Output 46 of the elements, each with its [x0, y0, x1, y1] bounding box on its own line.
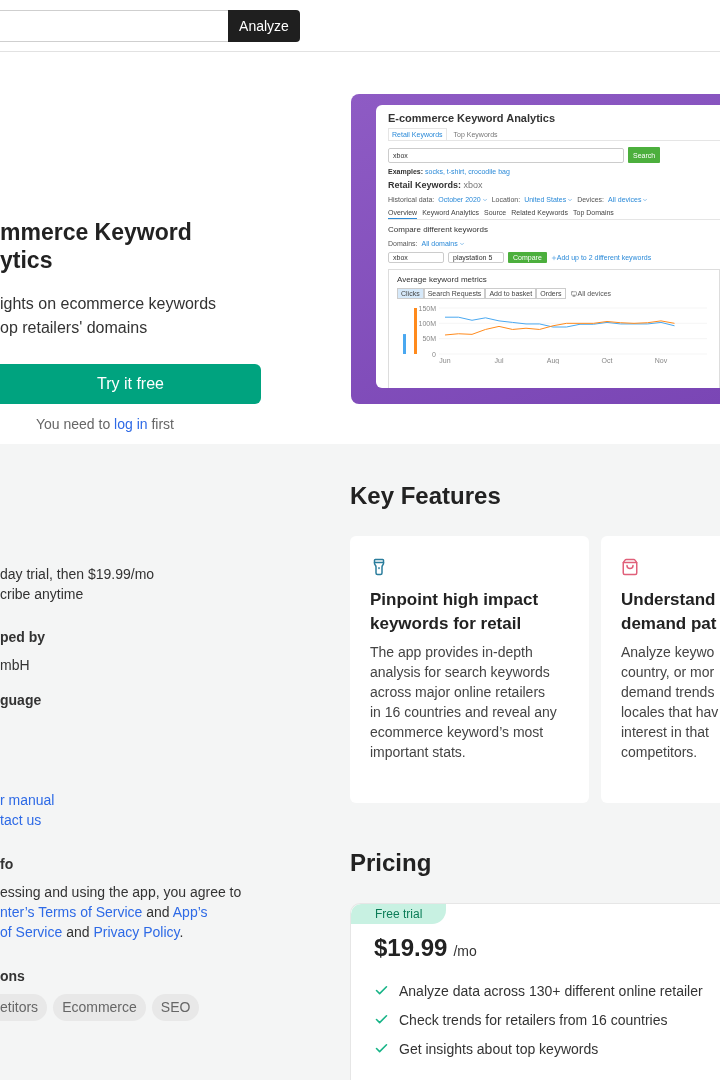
metrics-title: Average keyword metrics — [397, 275, 488, 285]
category-tag[interactable]: Ecommerce — [53, 994, 146, 1021]
caret-icon — [642, 196, 649, 203]
monitor-icon — [570, 290, 577, 297]
app-title: mmerce Keyword ytics — [0, 218, 193, 274]
preview-heading: Retail Keywords: xbox — [388, 180, 484, 191]
preview-title: E-commerce Keyword Analytics — [388, 112, 557, 125]
legal-text: essing and using the app, you agree to nter’s Terms of Service and App’s of Service and Privacy Policy. — [0, 883, 243, 942]
feature-title: Understand demand pat — [621, 589, 718, 635]
legal-link[interactable]: nter’s Terms of Service — [0, 904, 143, 920]
category-tag[interactable]: SEO — [151, 994, 200, 1021]
shopping-bag-icon — [621, 558, 639, 576]
plan-feature: Check trends for retailers from 16 countries — [399, 1011, 668, 1028]
analyze-button[interactable]: Analyze — [228, 10, 300, 42]
feature-description: The app provides in-depth analysis for search keywords across major online retailers in 16 countries and reveal any ecommerce keyword’s most important stats. — [370, 643, 558, 762]
price: $19.99 — [374, 934, 448, 962]
trial-info: day trial, then $19.99/mo cribe anytime — [0, 565, 156, 604]
legal-label: fo — [0, 855, 15, 874]
app-description: ights on ecommerce keywords op retailers' domains — [0, 294, 218, 338]
total-bars-drawing — [403, 308, 417, 354]
legal-link[interactable]: of Service — [0, 924, 63, 940]
developer-label: ped by — [0, 628, 47, 647]
login-note: You need to log in first — [34, 416, 175, 432]
language-label: guage — [0, 691, 43, 710]
search-field[interactable] — [0, 10, 228, 42]
plus-icon — [550, 254, 557, 261]
free-trial-badge: Free trial — [351, 904, 447, 924]
caret-icon — [567, 196, 574, 203]
features-heading: Key Features — [350, 482, 502, 510]
category-tag[interactable]: etitors — [0, 994, 48, 1021]
caret-icon — [458, 240, 465, 247]
developer-name: mbH — [0, 656, 31, 675]
info-link[interactable]: tact us — [0, 810, 42, 830]
feature-description: Analyze keywo country, or mor demand trends locales that hav interest in that competitors. — [621, 643, 720, 762]
caret-icon — [481, 196, 488, 203]
legal-link[interactable]: App’s — [172, 904, 208, 920]
try-free-button[interactable]: Try it free — [0, 364, 261, 404]
plan-feature: Analyze data across 130+ different online retailer — [399, 982, 703, 999]
info-link[interactable]: r manual — [0, 790, 55, 810]
feature-title: Pinpoint high impact keywords for retail — [370, 589, 540, 635]
plan-feature: Get insights about top keywords — [399, 1040, 599, 1057]
pricing-heading: Pricing — [350, 849, 433, 877]
compare-title: Compare different keywords — [388, 225, 489, 235]
categories-label: ons — [0, 967, 26, 986]
price-period: /mo — [453, 943, 477, 959]
login-link[interactable]: log in — [114, 416, 148, 432]
